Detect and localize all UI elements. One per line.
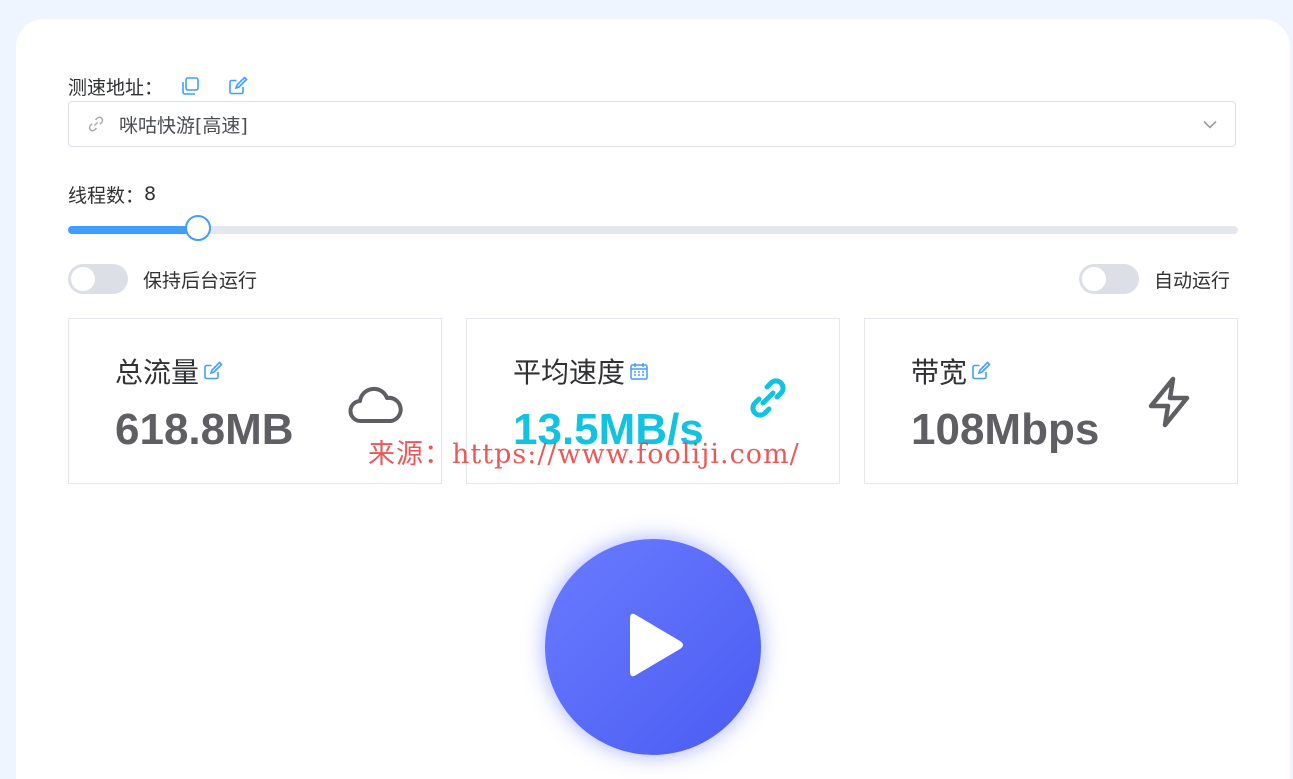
threads-value: 8 bbox=[144, 183, 157, 205]
slider-handle[interactable] bbox=[184, 215, 211, 241]
average-speed-title: 平均速度 bbox=[513, 356, 626, 389]
background-run-switch[interactable] bbox=[68, 264, 128, 294]
total-traffic-title: 总流量 bbox=[115, 356, 200, 389]
auto-run-switch[interactable] bbox=[1079, 264, 1139, 294]
calendar-icon[interactable] bbox=[629, 361, 649, 381]
cloud-icon bbox=[347, 379, 403, 431]
link-icon bbox=[745, 375, 791, 425]
lightning-icon bbox=[1145, 375, 1193, 433]
copy-icon[interactable] bbox=[179, 75, 201, 97]
source-watermark: 来源：https://www.fooliji.com/ bbox=[368, 439, 800, 470]
background-toggle-row: 保持后台运行 bbox=[68, 263, 257, 295]
bandwidth-card: 带宽 108Mbps bbox=[864, 318, 1238, 484]
auto-run-label: 自动运行 bbox=[1154, 269, 1231, 292]
selected-source-value: 咪咕快游[高速] bbox=[119, 114, 248, 137]
edit-icon[interactable] bbox=[227, 75, 249, 97]
play-icon bbox=[618, 605, 688, 689]
threads-slider[interactable] bbox=[68, 215, 1238, 241]
total-traffic-value: 618.8MB bbox=[115, 405, 294, 454]
switch-knob bbox=[71, 267, 95, 291]
background-run-label: 保持后台运行 bbox=[143, 269, 258, 292]
slider-fill bbox=[68, 226, 198, 234]
switch-knob bbox=[1082, 267, 1106, 291]
edit-icon[interactable] bbox=[203, 361, 223, 381]
bandwidth-title: 带宽 bbox=[911, 356, 968, 389]
speedtest-address-label: 测速地址： bbox=[68, 76, 164, 99]
speedtest-address-row: 测速地址： bbox=[68, 72, 249, 100]
link-icon bbox=[87, 115, 105, 133]
edit-icon[interactable] bbox=[971, 361, 991, 381]
threads-row: 线程数： 8 bbox=[68, 180, 156, 208]
auto-toggle-row: 自动运行 bbox=[1079, 263, 1230, 295]
chevron-down-icon[interactable] bbox=[1201, 115, 1219, 133]
start-test-play-button[interactable] bbox=[545, 539, 761, 755]
threads-label: 线程数： bbox=[68, 184, 145, 207]
speedtest-source-select[interactable]: 咪咕快游[高速] bbox=[68, 101, 1236, 147]
bandwidth-value: 108Mbps bbox=[911, 405, 1100, 454]
